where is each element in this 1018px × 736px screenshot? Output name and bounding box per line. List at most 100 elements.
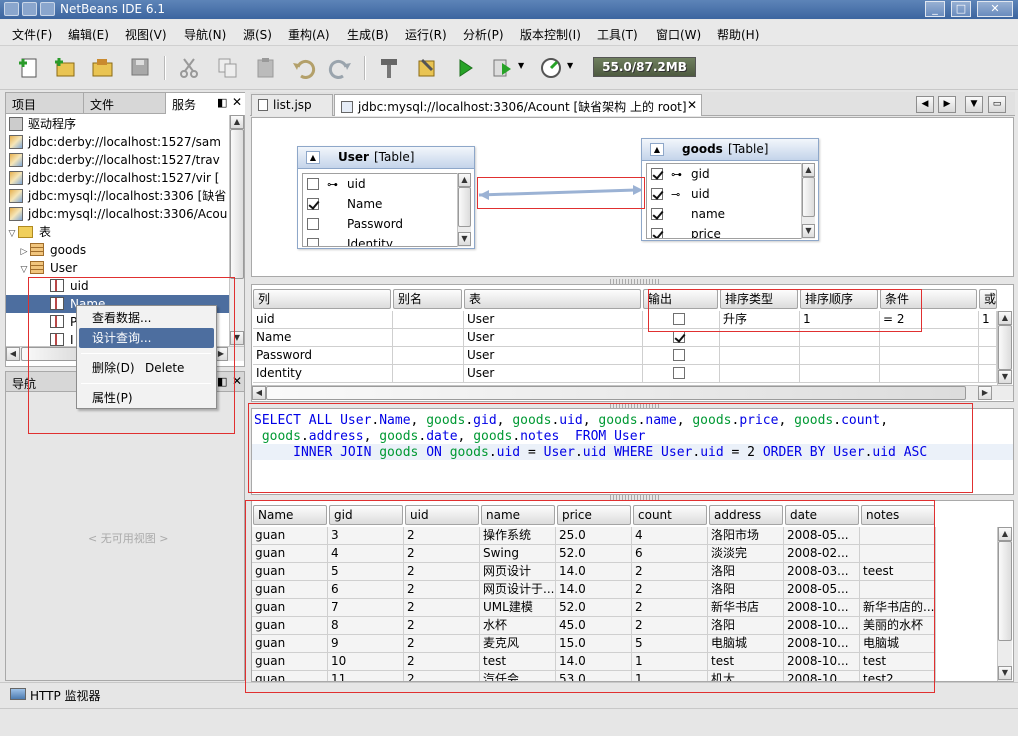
criteria-cell-alias[interactable]	[393, 365, 464, 383]
result-cell[interactable]: test	[480, 653, 556, 671]
result-cell[interactable]: 2	[632, 617, 708, 635]
result-cell[interactable]: guan	[252, 527, 328, 545]
result-cell[interactable]: 10	[328, 653, 404, 671]
cut-icon[interactable]	[176, 55, 202, 81]
result-cell[interactable]: 2008-10...	[784, 671, 860, 681]
column-checkbox[interactable]	[651, 168, 663, 180]
scroll-thumb[interactable]	[998, 325, 1012, 370]
scroll-thumb[interactable]	[21, 347, 81, 361]
tree-item-tables-folder[interactable]: ▽ 表	[6, 223, 51, 241]
column-row[interactable]: ⊶ gid	[651, 164, 710, 184]
result-cell[interactable]: 2	[404, 617, 480, 635]
scroll-up-icon[interactable]: ▲	[998, 311, 1012, 325]
tree-item-column[interactable]: I	[50, 331, 74, 346]
minimize-icon[interactable]: _	[925, 1, 945, 17]
minimize-panel-icon[interactable]: ◧	[217, 96, 227, 109]
goods-table-box[interactable]: ▲ goods [Table] ⊶ gid ⊸ uid name price ▲ ▼	[641, 138, 819, 241]
criteria-header-table[interactable]: 表	[464, 289, 641, 309]
build-hammer-icon[interactable]	[376, 55, 402, 81]
result-cell[interactable]: UML建模	[480, 599, 556, 617]
criteria-header-sort-order[interactable]: 排序顺序	[800, 289, 878, 309]
criteria-header-output[interactable]: 输出	[643, 289, 718, 309]
user-table-box[interactable]: ▲ User [Table] ⊶ uid Name Password Identi…	[297, 146, 475, 249]
menu-help[interactable]: 帮助(H)	[717, 26, 759, 43]
criteria-header-alias[interactable]: 别名	[393, 289, 462, 309]
criteria-cell-alias[interactable]	[393, 347, 464, 365]
result-cell[interactable]: guan	[252, 653, 328, 671]
maximize-editor-icon[interactable]: ▭	[988, 96, 1006, 113]
criteria-cell-table[interactable]: User	[464, 311, 643, 329]
result-header[interactable]: uid	[405, 505, 479, 525]
result-cell[interactable]: guan	[252, 599, 328, 617]
criteria-header-column[interactable]: 列	[253, 289, 391, 309]
column-checkbox[interactable]	[307, 178, 319, 190]
criteria-cell-sort-type[interactable]	[720, 365, 800, 383]
scroll-tabs-left-icon[interactable]: ◀	[916, 96, 934, 113]
redo-icon[interactable]	[328, 55, 354, 81]
result-cell[interactable]: 洛阳市场	[708, 527, 784, 545]
result-cell[interactable]: 3	[328, 527, 404, 545]
new-project-icon[interactable]	[52, 55, 78, 81]
result-cell[interactable]: 4	[328, 545, 404, 563]
result-cell[interactable]: Swing	[480, 545, 556, 563]
goods-columns-scrollbar[interactable]: ▲ ▼	[801, 163, 815, 239]
copy-icon[interactable]	[215, 55, 241, 81]
result-header[interactable]: date	[785, 505, 859, 525]
save-all-icon[interactable]	[128, 55, 154, 81]
result-cell[interactable]: 2	[404, 545, 480, 563]
criteria-cell-sort-order[interactable]	[800, 365, 880, 383]
criteria-vertical-scrollbar[interactable]: ▲ ▼	[997, 311, 1012, 385]
result-cell[interactable]: 1	[632, 653, 708, 671]
criteria-cell-or[interactable]	[979, 329, 997, 347]
result-cell[interactable]: 汽任会	[480, 671, 556, 681]
result-header[interactable]: gid	[329, 505, 403, 525]
collapse-icon[interactable]: ▲	[650, 143, 664, 156]
result-cell[interactable]: 2	[404, 671, 480, 681]
result-cell[interactable]: 6	[328, 581, 404, 599]
result-cell[interactable]: 5	[328, 563, 404, 581]
menu-item-design-query[interactable]: 设计查询...	[79, 328, 214, 348]
result-cell[interactable]: 操作系统	[480, 527, 556, 545]
scroll-up-icon[interactable]: ▲	[458, 173, 471, 187]
result-cell[interactable]: 2	[404, 527, 480, 545]
result-cell[interactable]: 15.0	[556, 635, 632, 653]
result-header[interactable]: name	[481, 505, 555, 525]
scroll-thumb[interactable]	[266, 386, 966, 400]
debug-icon[interactable]	[490, 55, 516, 81]
criteria-cell-sort-order[interactable]	[800, 347, 880, 365]
result-cell[interactable]: 5	[632, 635, 708, 653]
menu-window[interactable]: 窗口(W)	[656, 26, 701, 43]
result-cell[interactable]: 2008-05...	[784, 527, 860, 545]
scroll-left-icon[interactable]: ◀	[252, 386, 266, 400]
result-cell[interactable]: 52.0	[556, 545, 632, 563]
clean-build-icon[interactable]	[414, 55, 440, 81]
result-cell[interactable]: 2	[404, 635, 480, 653]
sql-editor[interactable]: SELECT ALL User.Name, goods.gid, goods.u…	[251, 408, 1014, 495]
criteria-horizontal-scrollbar[interactable]: ◀ ▶	[252, 385, 1013, 400]
tree-item-connection[interactable]: jdbc:derby://localhost:1527/vir [	[9, 169, 219, 187]
result-cell[interactable]: 2008-10...	[784, 653, 860, 671]
result-cell[interactable]: 2008-03...	[784, 563, 860, 581]
result-cell[interactable]: test	[708, 653, 784, 671]
result-cell[interactable]: 2008-10...	[784, 635, 860, 653]
criteria-cell-col[interactable]: Identity	[253, 365, 393, 383]
output-checkbox[interactable]	[673, 367, 685, 379]
result-cell[interactable]: 2	[632, 563, 708, 581]
column-checkbox[interactable]	[651, 188, 663, 200]
close-panel-icon[interactable]: ✕	[232, 95, 242, 109]
menu-edit[interactable]: 编辑(E)	[68, 26, 109, 43]
column-checkbox[interactable]	[651, 208, 663, 220]
result-cell[interactable]: test	[860, 653, 936, 671]
scroll-down-icon[interactable]: ▼	[458, 232, 471, 246]
result-header[interactable]: address	[709, 505, 783, 525]
title-bar[interactable]: NetBeans IDE 6.1 _ □ ✕	[0, 0, 1018, 19]
result-cell[interactable]: guan	[252, 563, 328, 581]
result-cell[interactable]: 麦克风	[480, 635, 556, 653]
result-cell[interactable]	[860, 581, 936, 599]
criteria-cell-sort-order[interactable]: 1	[800, 311, 880, 329]
tab-list-dropdown-icon[interactable]: ▼	[965, 96, 983, 113]
menu-source[interactable]: 源(S)	[243, 26, 272, 43]
debug-dropdown-icon[interactable]: ▼	[518, 61, 524, 70]
criteria-cell-table[interactable]: User	[464, 365, 643, 383]
criteria-header-sort-type[interactable]: 排序类型	[720, 289, 798, 309]
